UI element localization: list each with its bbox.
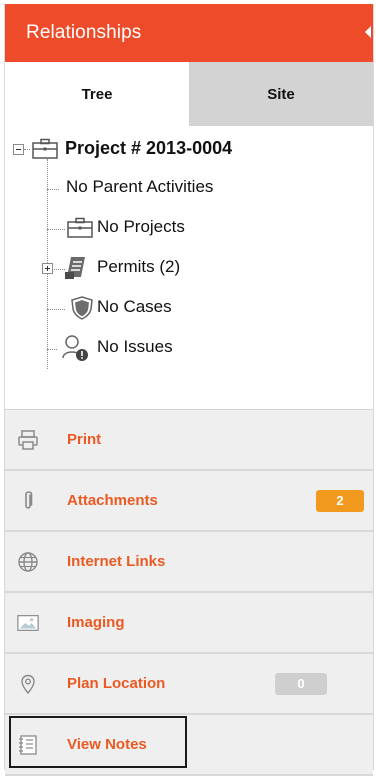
tab-bar: Tree Site xyxy=(5,62,373,126)
panel-header: Relationships xyxy=(5,4,373,62)
globe-icon xyxy=(17,551,39,573)
tree-node-label: No Issues xyxy=(97,337,173,356)
printer-icon xyxy=(17,429,39,451)
panel-title: Relationships xyxy=(26,22,142,43)
tab-tree[interactable]: Tree xyxy=(5,62,189,126)
paperclip-icon xyxy=(17,490,39,512)
menu-item-attachments[interactable]: Attachments 2 xyxy=(5,471,373,532)
image-icon xyxy=(17,612,39,634)
user-alert-icon xyxy=(61,334,91,367)
collapse-arrow-icon[interactable] xyxy=(365,26,371,38)
menu-item-label: Attachments xyxy=(67,492,158,509)
menu-item-print[interactable]: Print xyxy=(5,410,373,471)
menu-item-label: Plan Location xyxy=(67,675,166,692)
menu-item-plan-location[interactable]: Plan Location 0 xyxy=(5,654,373,715)
menu-item-label: Print xyxy=(67,431,102,448)
menu-item-imaging[interactable]: Imaging xyxy=(5,593,373,654)
tree-root-node[interactable]: Project # 2013-0004 xyxy=(65,138,232,159)
tree-node-label: No Cases xyxy=(97,297,172,316)
permit-document-icon xyxy=(63,255,89,286)
tab-site[interactable]: Site xyxy=(189,62,373,126)
expand-toggle[interactable] xyxy=(42,263,53,274)
attachments-count-badge: 2 xyxy=(316,489,364,512)
tree-connector xyxy=(47,349,57,350)
tree-connector xyxy=(47,189,59,190)
menu-item-internet-links[interactable]: Internet Links xyxy=(5,532,373,593)
shield-icon xyxy=(71,296,93,325)
briefcase-icon xyxy=(67,217,93,244)
tree-connector xyxy=(47,309,65,310)
tree-connector xyxy=(47,229,65,230)
plan-location-count-badge: 0 xyxy=(275,672,327,695)
relationship-tree: Project # 2013-0004 No Parent Activities… xyxy=(5,126,373,410)
tree-node-parent-activities[interactable]: No Parent Activities xyxy=(66,177,213,197)
tree-node-label: No Projects xyxy=(97,217,185,236)
tree-node-projects[interactable]: No Projects xyxy=(97,217,185,237)
tree-node-label: Permits (2) xyxy=(97,257,181,276)
tree-node-cases[interactable]: No Cases xyxy=(97,297,172,317)
menu-item-label: View Notes xyxy=(67,736,147,753)
collapse-toggle[interactable] xyxy=(13,144,24,155)
notes-icon xyxy=(17,734,39,756)
tree-connector xyxy=(24,149,30,150)
menu-item-view-notes[interactable]: View Notes xyxy=(5,715,373,776)
tree-node-label: No Parent Activities xyxy=(66,177,214,196)
actions-menu: Print Attachments 2 Internet Links Imagi… xyxy=(5,410,373,776)
tree-node-permits[interactable]: Permits (2) xyxy=(97,257,180,277)
tree-node-issues[interactable]: No Issues xyxy=(97,337,173,357)
menu-item-label: Imaging xyxy=(67,614,125,631)
map-pin-icon xyxy=(17,673,39,695)
relationships-panel: Relationships Tree Site Project # 2013-0… xyxy=(4,4,374,776)
tree-node-label: Project # 2013-0004 xyxy=(65,138,233,158)
briefcase-icon xyxy=(32,138,58,165)
menu-item-label: Internet Links xyxy=(67,553,166,570)
